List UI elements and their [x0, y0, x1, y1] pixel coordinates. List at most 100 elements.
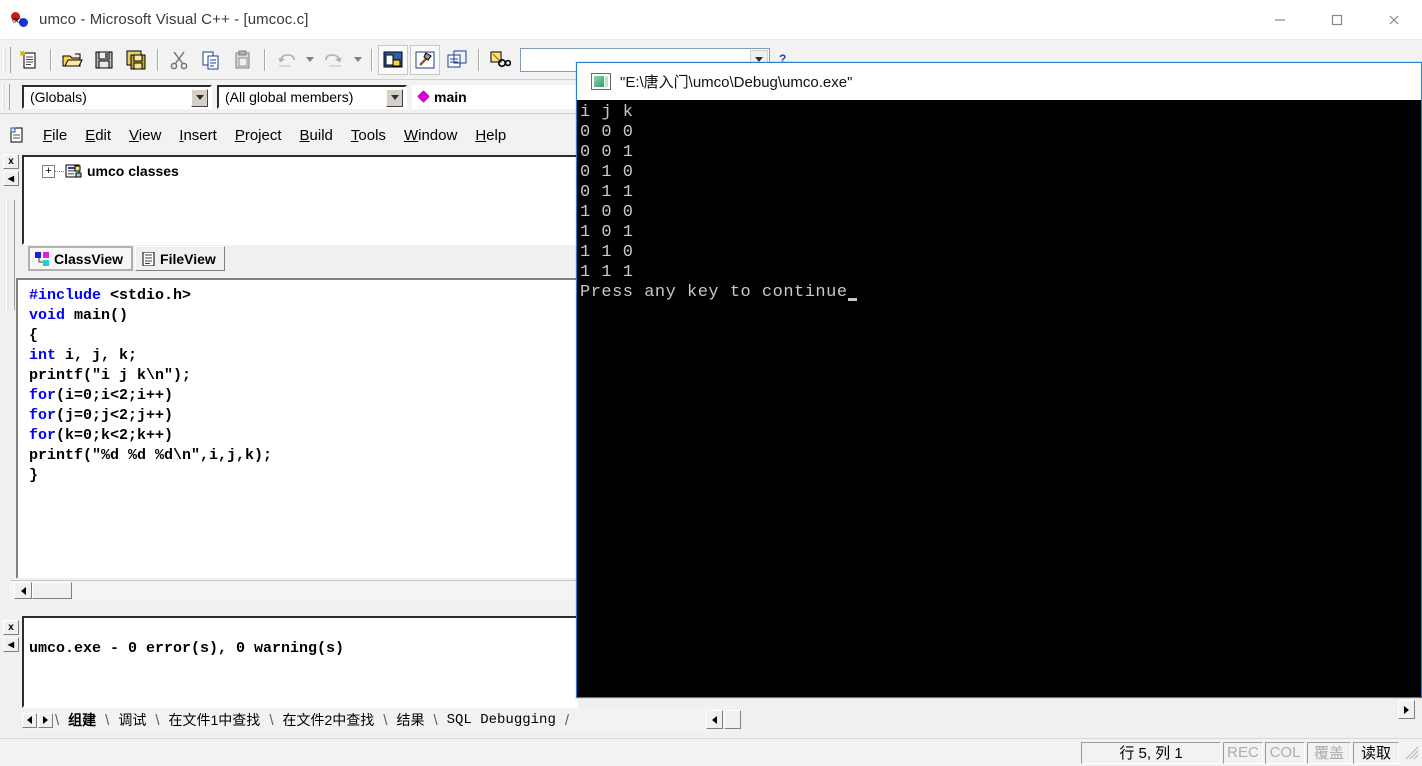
code-line[interactable]: for(i=0;i<2;i++) [29, 386, 578, 406]
title-bar: ∞ umco - Microsoft Visual C++ - [umcoc.c… [0, 0, 1422, 40]
class-view-panel[interactable]: + umco classes [22, 155, 578, 245]
main-scroll-controls [1398, 700, 1416, 719]
output-tabs-scroll-right[interactable] [38, 712, 53, 728]
main-scroll-right[interactable] [1398, 700, 1415, 719]
copy-icon[interactable] [196, 45, 226, 75]
output-tab-4[interactable]: 结果 [388, 710, 432, 730]
output-tab-1[interactable]: 调试 [110, 710, 154, 730]
redo-dropdown-icon[interactable] [351, 45, 365, 75]
output-nav-blank[interactable] [724, 710, 741, 729]
workspace-close-button[interactable]: x [3, 154, 19, 169]
code-line[interactable]: } [29, 466, 578, 486]
scroll-left-button[interactable] [14, 582, 32, 599]
menu-item-build[interactable]: Build [291, 124, 342, 147]
code-text: printf("i j k\n"); [29, 367, 192, 384]
undo-icon[interactable] [271, 45, 301, 75]
save-icon[interactable] [89, 45, 119, 75]
output-tabs-scroll-left[interactable] [22, 712, 37, 728]
code-text: printf("%d %d %d\n",i,j,k); [29, 447, 273, 464]
output-tab-2[interactable]: 在文件1中查找 [161, 710, 269, 730]
code-line[interactable]: printf("%d %d %d\n",i,j,k); [29, 446, 578, 466]
menu-item-edit[interactable]: Edit [76, 124, 120, 147]
code-line[interactable]: for(j=0;j<2;j++) [29, 406, 578, 426]
console-title-bar[interactable]: "E:\唐入门\umco\Debug\umco.exe" [577, 63, 1421, 100]
document-window-icon[interactable] [6, 124, 28, 146]
code-line[interactable]: for(k=0;k<2;k++) [29, 426, 578, 446]
output-tab-5[interactable]: SQL Debugging [439, 712, 564, 728]
globals-combo-arrow[interactable] [191, 88, 208, 107]
members-combo[interactable]: (All global members) [217, 84, 407, 109]
code-keyword: for [29, 427, 57, 444]
menu-item-file[interactable]: File [34, 124, 76, 147]
editor-horizontal-scrollbar[interactable] [10, 580, 578, 600]
tree-connector [55, 170, 64, 172]
combobar-grip[interactable] [2, 83, 10, 110]
vcpp-icon: ∞ [11, 11, 29, 29]
status-col: COL [1265, 741, 1305, 764]
class-view-icon [35, 251, 50, 266]
console-window-icon [591, 72, 611, 90]
tab-fileview[interactable]: FileView [135, 246, 225, 271]
globals-combo[interactable]: (Globals) [22, 84, 212, 109]
console-output: i j k0 0 00 0 10 1 00 1 11 0 01 0 11 1 0… [577, 100, 1421, 303]
code-text: } [29, 467, 39, 484]
code-line[interactable]: { [29, 326, 578, 346]
member-diamond-icon [417, 90, 430, 103]
toolbar-grip[interactable] [3, 46, 11, 73]
maximize-button[interactable] [1308, 0, 1365, 40]
close-button[interactable] [1365, 0, 1422, 40]
workspace-collapse-button[interactable]: ◀ [3, 171, 19, 186]
resize-grip[interactable] [1404, 745, 1420, 761]
code-keyword: for [29, 407, 57, 424]
code-lines[interactable]: #include <stdio.h> void main(){int i, j, … [18, 280, 578, 486]
output-tab-3[interactable]: 在文件2中查找 [274, 710, 382, 730]
menu-item-project[interactable]: Project [226, 124, 291, 147]
scroll-thumb[interactable] [32, 582, 72, 599]
build-hammer-icon[interactable] [410, 44, 440, 75]
minimize-button[interactable] [1251, 0, 1308, 40]
open-folder-icon[interactable] [57, 45, 87, 75]
output-dock-controls: x ◀ [0, 612, 22, 712]
output-pane[interactable]: umco.exe - 0 error(s), 0 warning(s) [22, 616, 578, 708]
window-title: umco - Microsoft Visual C++ - [umcoc.c] [39, 11, 309, 28]
tree-row-umco-classes[interactable]: + umco classes [24, 157, 576, 179]
file-view-icon [141, 251, 156, 266]
output-tab-0[interactable]: 组建 [60, 710, 104, 730]
cut-scissors-icon[interactable] [164, 45, 194, 75]
workspace-icon[interactable] [378, 44, 408, 75]
build-output-text: umco.exe - 0 error(s), 0 warning(s) [29, 640, 345, 657]
members-combo-arrow[interactable] [386, 88, 403, 107]
menu-item-window[interactable]: Window [395, 124, 466, 147]
output-nav-left[interactable] [706, 710, 723, 729]
menu-item-help[interactable]: Help [466, 124, 515, 147]
code-editor[interactable]: #include <stdio.h> void main(){int i, j, … [16, 278, 578, 578]
menu-item-tools[interactable]: Tools [342, 124, 395, 147]
output-close-button[interactable]: x [3, 620, 19, 635]
code-line[interactable]: int i, j, k; [29, 346, 578, 366]
code-line[interactable]: void main() [29, 306, 578, 326]
undo-dropdown-icon[interactable] [303, 45, 317, 75]
redo-icon[interactable] [319, 45, 349, 75]
menu-item-insert[interactable]: Insert [170, 124, 226, 147]
tree-expander-icon[interactable]: + [42, 164, 55, 178]
tab-classview[interactable]: ClassView [28, 246, 134, 271]
output-window-icon[interactable] [442, 45, 472, 75]
console-window[interactable]: "E:\唐入门\umco\Debug\umco.exe" i j k0 0 00… [576, 62, 1422, 698]
code-line[interactable]: #include <stdio.h> [29, 286, 578, 306]
output-collapse-button[interactable]: ◀ [3, 637, 19, 652]
paste-icon[interactable] [228, 45, 258, 75]
console-cursor [847, 298, 857, 301]
menu-item-view[interactable]: View [120, 124, 170, 147]
console-title-text: "E:\唐入门\umco\Debug\umco.exe" [620, 73, 853, 91]
find-in-files-icon[interactable] [485, 45, 515, 75]
window-controls [1251, 0, 1422, 40]
save-all-icon[interactable] [121, 45, 151, 75]
console-prompt: Press any key to continue [580, 283, 1421, 303]
workspace-dock-grip[interactable] [6, 200, 15, 310]
status-rec: REC [1223, 741, 1263, 764]
console-line: 1 0 1 [580, 223, 634, 242]
new-text-file-icon[interactable] [14, 45, 44, 75]
vc6-application-window: ∞ umco - Microsoft Visual C++ - [umcoc.c… [0, 0, 1422, 766]
code-line[interactable]: printf("i j k\n"); [29, 366, 578, 386]
symbol-combo[interactable]: main [412, 84, 597, 109]
